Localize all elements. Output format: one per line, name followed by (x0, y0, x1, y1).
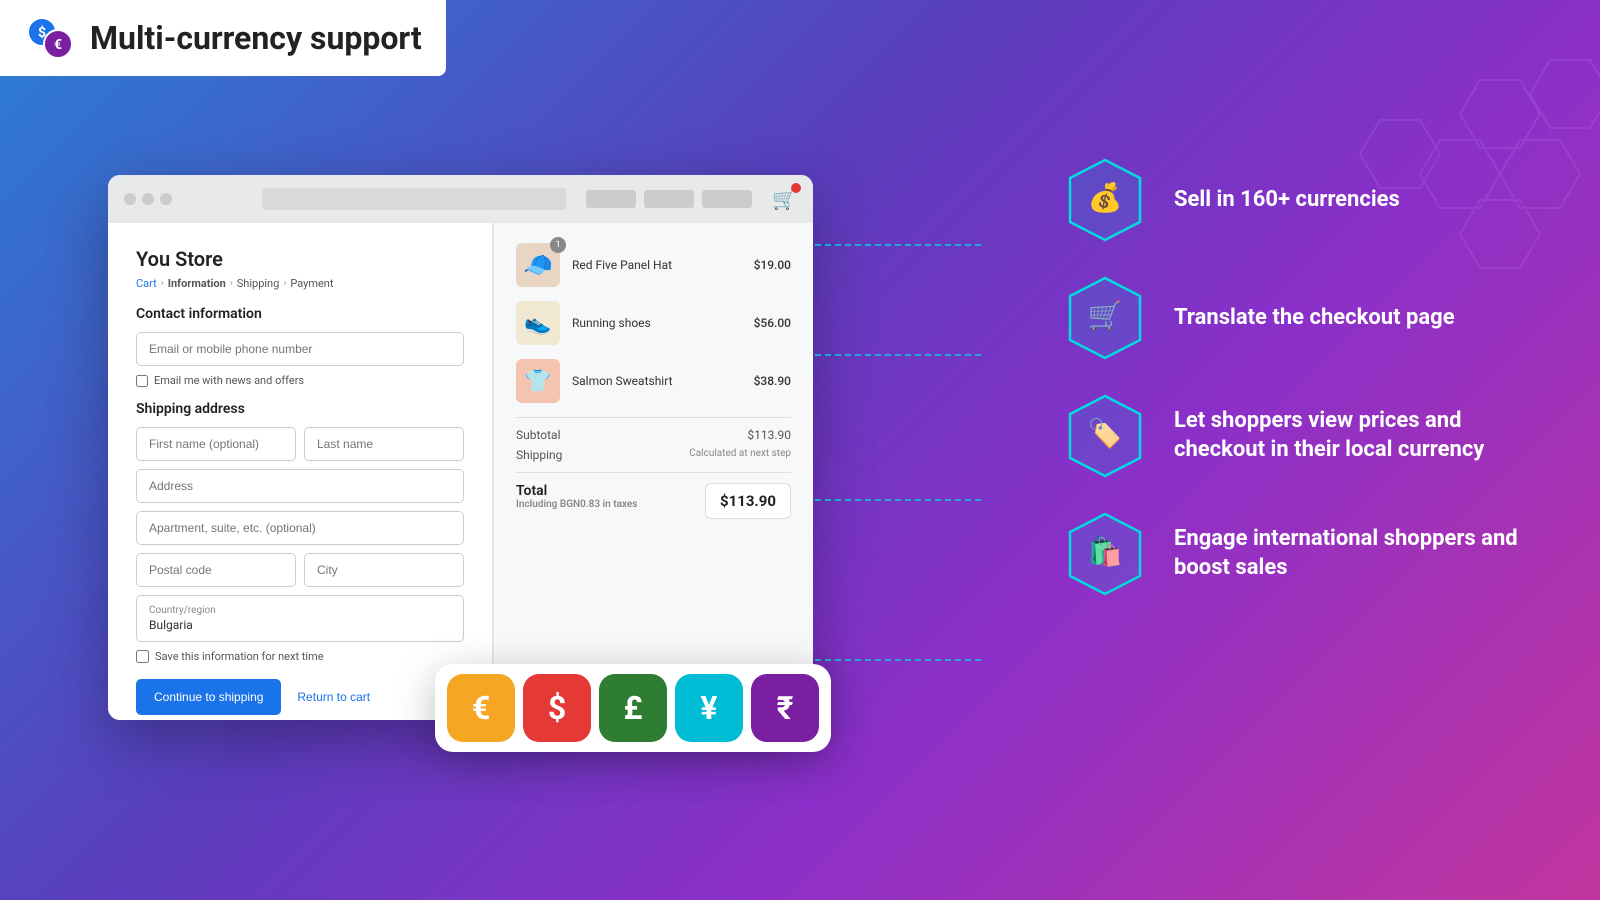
shipping-value: Calculated at next step (689, 448, 791, 462)
hex-icon-3: 🛍️ (1060, 509, 1150, 599)
hex-icon-2: 🏷️ (1060, 391, 1150, 481)
features-panel: 💰 Sell in 160+ currencies 🛒 Translate th… (1060, 155, 1540, 599)
item-name-0: Red Five Panel Hat (572, 258, 742, 272)
item-price-0: $19.00 (754, 258, 791, 272)
email-checkbox[interactable] (136, 375, 148, 387)
continue-button[interactable]: Continue to shipping (136, 679, 281, 715)
currency-pills: € $ £ ¥ ₹ (435, 664, 831, 752)
feature-item-0: 💰 Sell in 160+ currencies (1060, 155, 1540, 245)
svg-text:🛒: 🛒 (1088, 299, 1123, 332)
total-amount: $113.90 (705, 483, 791, 519)
browser-bar: 🛒 (108, 175, 813, 223)
item-price-1: $56.00 (754, 316, 791, 330)
postal-field[interactable] (136, 553, 296, 587)
hex-icon-1: 🛒 (1060, 273, 1150, 363)
cart-icon-wrapper: 🛒 (772, 187, 797, 211)
nav-btn-1 (586, 190, 636, 208)
header-icon: $ € (24, 12, 76, 64)
header: $ € Multi-currency support (0, 0, 446, 76)
currency-eur[interactable]: € (447, 674, 515, 742)
shipping-label: Shipping (516, 448, 562, 462)
email-checkbox-label: Email me with news and offers (154, 374, 304, 387)
shipping-section-title: Shipping address (136, 401, 464, 417)
currency-jpy[interactable]: ¥ (675, 674, 743, 742)
hex-icon-0: 💰 (1060, 155, 1150, 245)
order-item-0: 🧢 1 Red Five Panel Hat $19.00 (516, 243, 791, 287)
currency-inr[interactable]: ₹ (751, 674, 819, 742)
breadcrumb-information: Information (168, 277, 226, 290)
feature-text-2: Let shoppers view prices and checkout in… (1174, 407, 1540, 464)
item-image-1: 👟 (516, 301, 560, 345)
currency-usd[interactable]: $ (523, 674, 591, 742)
item-name-1: Running shoes (572, 316, 742, 330)
order-item-1: 👟 Running shoes $56.00 (516, 301, 791, 345)
total-sub-text: Including BGN0.83 in taxes (516, 499, 637, 510)
svg-text:🛍️: 🛍️ (1088, 535, 1123, 568)
svg-text:€: € (54, 37, 62, 53)
shipping-row: Shipping Calculated at next step (516, 448, 791, 462)
form-panel: You Store Cart › Information › Shipping … (108, 223, 493, 720)
city-field[interactable] (304, 553, 464, 587)
checkout-card: 🛒 You Store Cart › Information › Shippin… (108, 175, 813, 720)
apt-field[interactable] (136, 511, 464, 545)
country-label: Country/region (149, 605, 451, 616)
page-title: Multi-currency support (90, 19, 422, 57)
subtotal-value: $113.90 (747, 428, 791, 442)
save-checkbox[interactable] (136, 650, 149, 663)
breadcrumb-payment: Payment (290, 277, 333, 290)
order-divider-2 (516, 472, 791, 473)
subtotal-row: Subtotal $113.90 (516, 428, 791, 442)
email-checkbox-row: Email me with news and offers (136, 374, 464, 387)
total-label: Total (516, 483, 637, 499)
first-name-field[interactable] (136, 427, 296, 461)
feature-item-2: 🏷️ Let shoppers view prices and checkout… (1060, 391, 1540, 481)
svg-text:🏷️: 🏷️ (1088, 417, 1123, 450)
item-img-wrapper-0: 🧢 1 (516, 243, 560, 287)
return-button[interactable]: Return to cart (297, 690, 370, 704)
cart-badge (791, 183, 801, 193)
last-name-field[interactable] (304, 427, 464, 461)
form-actions: Continue to shipping Return to cart (136, 679, 464, 715)
svg-text:💰: 💰 (1088, 181, 1123, 214)
item-badge-0: 1 (550, 237, 566, 253)
feature-text-1: Translate the checkout page (1174, 304, 1455, 333)
feature-text-3: Engage international shoppers and boost … (1174, 525, 1540, 582)
country-field[interactable]: Country/region Bulgaria (136, 595, 464, 642)
browser-dot-1 (124, 193, 136, 205)
feature-item-3: 🛍️ Engage international shoppers and boo… (1060, 509, 1540, 599)
item-price-2: $38.90 (754, 374, 791, 388)
breadcrumb-shipping: Shipping (237, 277, 280, 290)
order-panel: 🧢 1 Red Five Panel Hat $19.00 👟 Running … (493, 223, 813, 720)
breadcrumb-cart[interactable]: Cart (136, 277, 157, 290)
contact-section-title: Contact information (136, 306, 464, 322)
item-name-2: Salmon Sweatshirt (572, 374, 742, 388)
breadcrumb: Cart › Information › Shipping › Payment (136, 277, 464, 290)
order-divider-1 (516, 417, 791, 418)
card-body: You Store Cart › Information › Shipping … (108, 223, 813, 720)
browser-dots (124, 193, 172, 205)
order-item-2: 👕 Salmon Sweatshirt $38.90 (516, 359, 791, 403)
nav-btn-2 (644, 190, 694, 208)
browser-dot-2 (142, 193, 154, 205)
item-image-2: 👕 (516, 359, 560, 403)
item-img-wrapper-2: 👕 (516, 359, 560, 403)
feature-text-0: Sell in 160+ currencies (1174, 186, 1400, 215)
name-row (136, 427, 464, 461)
address-field[interactable] (136, 469, 464, 503)
store-name: You Store (136, 247, 464, 271)
nav-btns (586, 190, 752, 208)
url-bar (262, 188, 566, 210)
item-img-wrapper-1: 👟 (516, 301, 560, 345)
email-field[interactable] (136, 332, 464, 366)
nav-btn-3 (702, 190, 752, 208)
save-label: Save this information for next time (155, 650, 324, 663)
save-checkbox-row: Save this information for next time (136, 650, 464, 663)
country-value: Bulgaria (149, 618, 451, 632)
feature-item-1: 🛒 Translate the checkout page (1060, 273, 1540, 363)
subtotal-label: Subtotal (516, 428, 561, 442)
postal-city-row (136, 553, 464, 587)
currency-gbp[interactable]: £ (599, 674, 667, 742)
browser-dot-3 (160, 193, 172, 205)
total-row: Total Including BGN0.83 in taxes $113.90 (516, 483, 791, 519)
